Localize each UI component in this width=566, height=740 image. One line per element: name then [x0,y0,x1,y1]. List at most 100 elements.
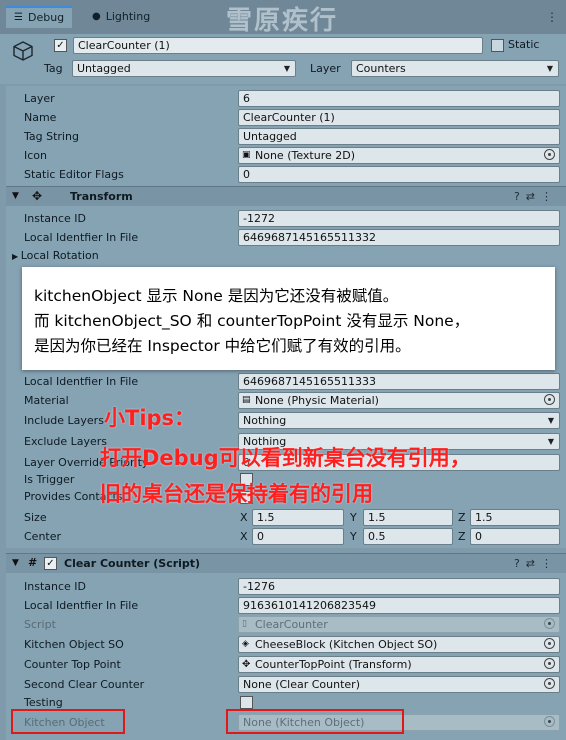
include-layers-dropdown[interactable]: Nothing [238,412,560,429]
include-layers-label: Include Layers [24,414,104,427]
name-string-field[interactable]: ClearCounter (1) [238,109,560,126]
script-ref-value: ClearCounter [255,618,328,631]
kitchen-object-value-highlight [226,709,404,734]
is-trigger-label: Is Trigger [24,473,75,486]
gameobject-header: ✓ ClearCounter (1) Static Tag Untagged L… [0,34,566,84]
second-clear-counter-label: Second Clear Counter [24,678,145,691]
tab-lighting[interactable]: ● Lighting [84,6,158,28]
object-picker-icon[interactable] [544,149,555,160]
clear-counter-script-header[interactable]: ▼ # ✓ Clear Counter (Script) ?⇄⋮ [6,553,566,573]
testing-label: Testing [24,696,63,709]
center-y-field[interactable]: 0.5 [363,528,453,545]
tooltip-line-2: 而 kitchenObject_SO 和 counterTopPoint 没有显… [34,312,470,330]
layer-dropdown[interactable]: Counters [351,60,559,77]
tab-debug-label: Debug [27,11,65,24]
physic-material-icon: ▤ [242,395,251,405]
script-instance-id-field[interactable]: -1276 [238,578,560,595]
object-picker-icon[interactable] [544,658,555,669]
transform-icon: ✥ [32,189,43,203]
object-picker-icon[interactable] [544,678,555,689]
component-header-icons[interactable]: ?⇄⋮ [514,557,558,570]
tag-string-field[interactable]: Untagged [238,128,560,145]
counter-top-point-value: CounterTopPoint (Transform) [255,658,412,671]
layer-label: Layer [310,62,341,75]
exclude-layers-label: Exclude Layers [24,435,107,448]
object-picker-icon[interactable] [544,394,555,405]
tips-line-2: 旧的桌台还是保持着有的引用 [100,482,373,506]
transform-icon: ✥ [242,659,251,670]
static-flags-field[interactable]: 0 [238,166,560,183]
icon-row-label: Icon [24,149,47,162]
size-z-label: Z [458,511,466,524]
testing-checkbox[interactable] [240,696,253,709]
tab-lighting-label: Lighting [105,10,151,23]
collider-local-id-label: Local Identfier In File [24,375,139,388]
script-enabled-checkbox[interactable]: ✓ [44,557,57,570]
center-label: Center [24,530,62,543]
transform-component-header[interactable]: ▼ ✥ Transform ?⇄⋮ [6,186,566,206]
second-clear-counter-field[interactable]: None (Clear Counter) [238,676,560,693]
center-x-label: X [240,530,248,543]
foldout-arrow-icon[interactable]: ▼ [12,191,19,201]
tab-menu-icon[interactable]: ⋮ [546,10,558,24]
script-title: Clear Counter (Script) [64,557,201,570]
tag-string-row-label: Tag String [24,130,79,143]
material-value: None (Physic Material) [255,394,379,407]
foldout-right-icon: ▶ [12,252,21,261]
script-instance-id-label: Instance ID [24,580,86,593]
center-z-label: Z [458,530,466,543]
explanation-tooltip: kitchenObject 显示 None 是因为它还没有被赋值。 而 kitc… [22,267,555,370]
icon-object-field[interactable]: ▣ None (Texture 2D) [238,147,560,164]
size-y-label: Y [350,511,357,524]
script-hash-icon: # [28,556,38,569]
kitchen-object-so-field[interactable]: ◈ CheeseBlock (Kitchen Object SO) [238,636,560,653]
list-icon: ☰ [14,12,23,23]
static-label: Static [508,38,540,51]
foldout-arrow-icon[interactable]: ▼ [12,558,19,568]
tips-line-1: 打开Debug可以看到新桌台没有引用， [100,446,471,470]
material-label: Material [24,394,69,407]
second-clear-counter-value: None (Clear Counter) [243,678,360,691]
local-rotation-foldout[interactable]: ▶ Local Rotation [12,249,99,262]
kitchen-object-so-label: Kitchen Object SO [24,638,124,651]
script-file-icon: ▯ [242,619,247,629]
object-picker-icon[interactable] [544,638,555,649]
gameobject-name-field[interactable]: ClearCounter (1) [73,37,483,54]
bulb-icon: ● [92,11,101,22]
tab-debug[interactable]: ☰ Debug [6,6,73,28]
size-x-label: X [240,511,248,524]
size-y-field[interactable]: 1.5 [363,509,453,526]
local-rotation-label: Local Rotation [20,249,99,262]
size-z-field[interactable]: 1.5 [470,509,560,526]
collider-local-id-field[interactable]: 6469687145165511333 [238,373,560,390]
center-y-label: Y [350,530,357,543]
object-picker-icon [544,618,555,629]
static-flags-row-label: Static Editor Flags [24,168,124,181]
scriptable-object-icon: ◈ [242,639,249,649]
gameobject-active-checkbox[interactable]: ✓ [54,39,67,52]
layer-number-field[interactable]: 6 [238,90,560,107]
material-object-field[interactable]: ▤ None (Physic Material) [238,392,560,409]
transform-instance-id-field[interactable]: -1272 [238,210,560,227]
tag-label: Tag [44,62,63,75]
tag-dropdown[interactable]: Untagged [72,60,296,77]
transform-instance-id-label: Instance ID [24,212,86,225]
center-z-field[interactable]: 0 [470,528,560,545]
transform-local-id-field[interactable]: 6469687145165511332 [238,229,560,246]
static-checkbox[interactable] [491,39,504,52]
counter-top-point-field[interactable]: ✥ CounterTopPoint (Transform) [238,656,560,673]
inspector-tab-bar: ☰ Debug ● Lighting 雪原疾行 ⋮ [0,0,566,36]
component-header-icons[interactable]: ?⇄⋮ [514,190,558,203]
gameobject-cube-icon [13,41,33,61]
size-label: Size [24,511,47,524]
script-local-id-field[interactable]: 9163610141206823549 [238,597,560,614]
layer-row-label: Layer [24,92,55,105]
name-row-label: Name [24,111,57,124]
tooltip-line-3: 是因为你已经在 Inspector 中给它们赋了有效的引用。 [34,337,411,355]
center-x-field[interactable]: 0 [252,528,344,545]
size-x-field[interactable]: 1.5 [252,509,344,526]
object-picker-icon [544,716,555,727]
transform-title: Transform [70,190,133,203]
icon-object-value: None (Texture 2D) [255,149,356,162]
kitchen-object-so-value: CheeseBlock (Kitchen Object SO) [255,638,438,651]
